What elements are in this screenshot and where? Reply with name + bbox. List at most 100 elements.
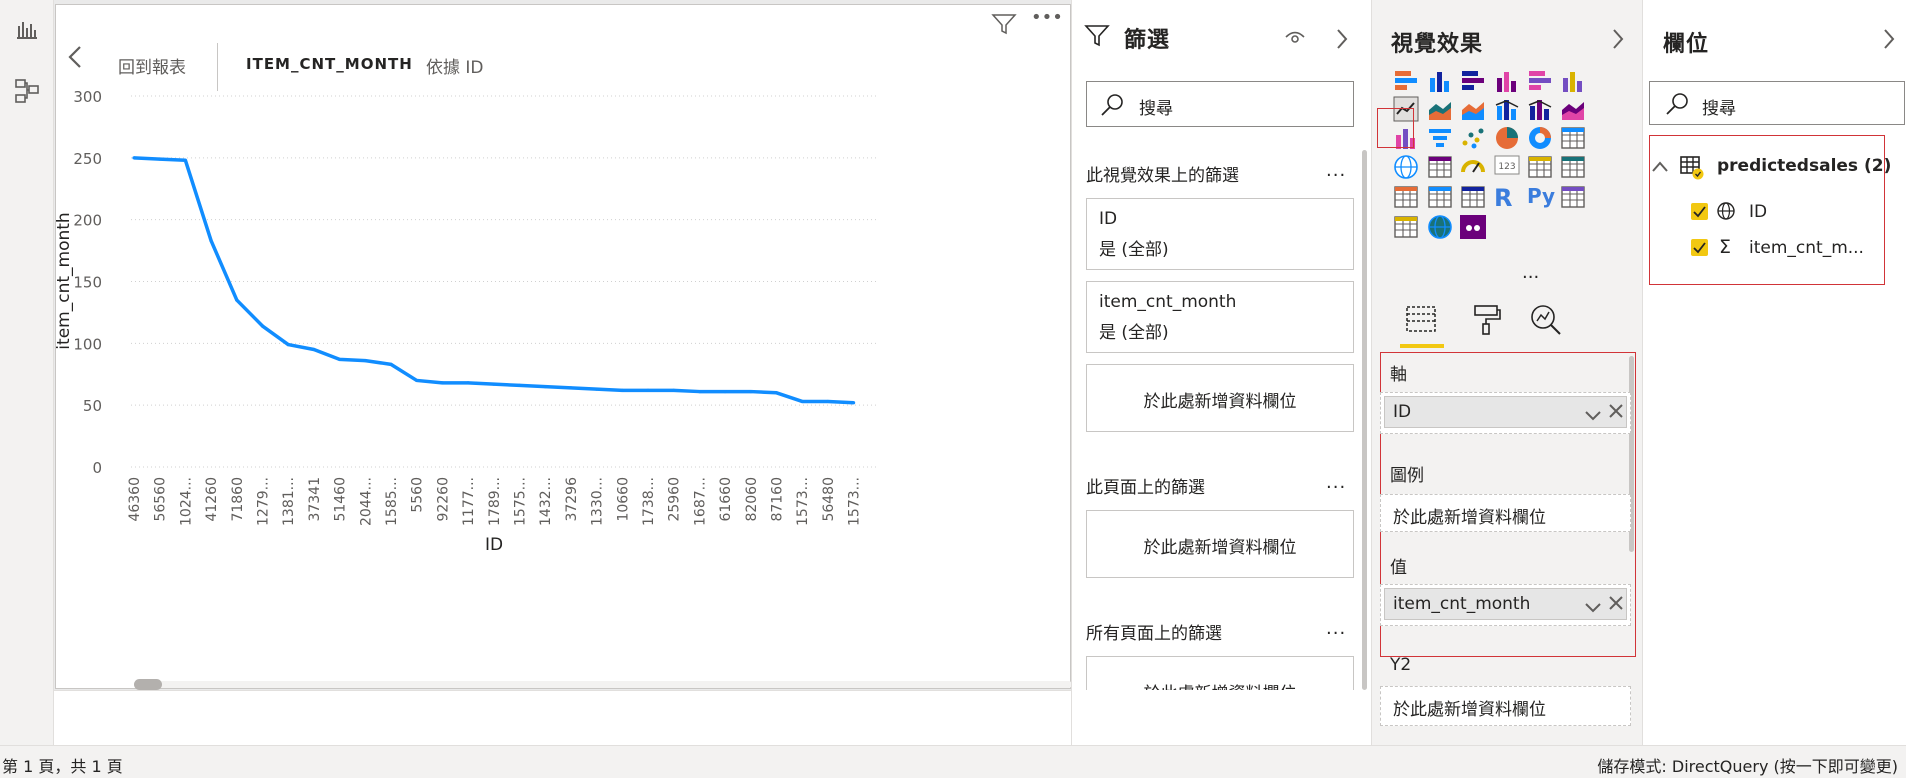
axis-well[interactable]: ID — [1380, 392, 1631, 434]
qa-icon[interactable] — [1393, 214, 1419, 240]
pie-icon[interactable] — [1494, 125, 1520, 151]
page-filters-more-icon[interactable]: ... — [1326, 472, 1346, 493]
storage-mode[interactable]: 儲存模式: DirectQuery (按一下即可變更) — [1597, 753, 1898, 777]
visualizations-title: 視覺效果 — [1391, 32, 1484, 57]
collapse-fields-icon[interactable] — [1883, 28, 1895, 54]
page-add-field-dropzone[interactable]: 於此處新增資料欄位 — [1086, 510, 1354, 578]
data-point — [338, 357, 342, 362]
slicer-icon[interactable] — [1393, 184, 1419, 210]
table-name[interactable]: predictedsales (2) — [1717, 156, 1891, 176]
filter-card-value: 是 (全部) — [1099, 240, 1169, 260]
filters-scrollbar[interactable] — [1362, 150, 1367, 690]
fields-pane: 欄位 搜尋 predictedsales (2) ID Σ item_cnt_m… — [1642, 0, 1906, 745]
model-view-icon[interactable] — [10, 74, 44, 108]
chevron-down-icon[interactable] — [1585, 406, 1601, 426]
data-point — [543, 385, 547, 389]
chevron-down-icon[interactable] — [1585, 598, 1601, 618]
analytics-magnifier-icon[interactable] — [1529, 303, 1563, 341]
filter-card-id[interactable]: ID 是 (全部) — [1086, 198, 1354, 270]
x-tick-label: 1279... — [256, 477, 272, 526]
custom-visual-icon[interactable] — [1460, 214, 1486, 240]
collapse-table-icon[interactable] — [1651, 158, 1669, 177]
chart-scrollbar-track[interactable] — [134, 681, 1072, 688]
all-pages-filters-more-icon[interactable]: ... — [1326, 618, 1346, 639]
filter-card-name: item_cnt_month — [1099, 292, 1237, 312]
fields-search-input[interactable]: 搜尋 — [1649, 81, 1905, 125]
item-cnt-month-checkbox[interactable] — [1691, 239, 1708, 256]
x-tick-label: 37296 — [564, 477, 580, 522]
remove-field-icon[interactable] — [1609, 595, 1623, 615]
legend-add-field-dropzone[interactable]: 於此處新增資料欄位 — [1380, 494, 1631, 532]
y2-add-field-dropzone[interactable]: 於此處新增資料欄位 — [1380, 686, 1631, 726]
report-view-icon[interactable] — [10, 12, 44, 46]
y2-well-title: Y2 — [1390, 655, 1412, 675]
values-field-pill[interactable]: item_cnt_month — [1384, 588, 1627, 620]
x-tick-label: 1177... — [461, 477, 477, 526]
100-stacked-column-icon[interactable] — [1560, 68, 1586, 94]
r-visual-icon[interactable]: R — [1494, 184, 1520, 212]
visual-add-field-dropzone[interactable]: 於此處新增資料欄位 — [1086, 364, 1354, 432]
values-well[interactable]: item_cnt_month — [1380, 584, 1631, 626]
visualizations-pane: 視覺效果 123 R Py ... 軸 ID 圖例 於此處新增資料欄位 值 item… — [1371, 0, 1642, 745]
x-axis-title: ID — [485, 535, 503, 555]
fields-tab-icon[interactable] — [1405, 304, 1437, 338]
ribbon-chart-icon[interactable] — [1560, 96, 1586, 122]
clustered-column-icon[interactable] — [1494, 68, 1520, 94]
field-item-cnt-month-label[interactable]: item_cnt_m... — [1749, 238, 1864, 258]
page-filters-heading: 此頁面上的篩選 — [1086, 478, 1205, 498]
stacked-area-icon[interactable] — [1460, 96, 1486, 122]
kpi-icon[interactable] — [1560, 154, 1586, 180]
data-point — [774, 391, 779, 395]
matrix-icon[interactable] — [1460, 184, 1486, 210]
filled-map-icon[interactable] — [1427, 154, 1453, 180]
values-field-label: item_cnt_month — [1393, 594, 1531, 614]
data-point — [852, 401, 856, 405]
y-tick-label: 250 — [73, 150, 102, 168]
donut-icon[interactable] — [1527, 125, 1553, 151]
python-visual-icon[interactable]: Py — [1527, 184, 1555, 210]
stacked-column-icon[interactable] — [1427, 68, 1453, 94]
gauge-icon[interactable] — [1460, 154, 1486, 180]
visual-filters-more-icon[interactable]: ... — [1326, 160, 1346, 181]
eye-icon[interactable] — [1284, 28, 1306, 50]
filters-title: 篩選 — [1124, 28, 1171, 53]
y-axis-title: item_cnt_month — [56, 212, 74, 349]
clustered-bar-icon[interactable] — [1460, 68, 1486, 94]
selected-visual-highlight — [1377, 108, 1414, 148]
axis-field-pill[interactable]: ID — [1384, 396, 1627, 428]
all-pages-add-field-dropzone[interactable]: 於此處新增資料欄位 — [1086, 656, 1354, 690]
collapse-filters-icon[interactable] — [1336, 28, 1348, 54]
chart-scrollbar-thumb[interactable] — [134, 679, 162, 690]
multirow-card-icon[interactable] — [1527, 154, 1553, 180]
filters-search-input[interactable]: 搜尋 — [1086, 81, 1354, 127]
more-visuals-icon[interactable]: ... — [1522, 262, 1539, 283]
area-chart-icon[interactable] — [1427, 96, 1453, 122]
line-column-icon[interactable] — [1494, 96, 1520, 122]
100-stacked-bar-icon[interactable] — [1527, 68, 1553, 94]
table-icon[interactable] — [1427, 184, 1453, 210]
key-influencers-icon[interactable] — [1560, 184, 1586, 210]
card-icon[interactable]: 123 — [1494, 154, 1520, 180]
id-checkbox[interactable] — [1691, 203, 1708, 220]
x-tick-label: 37341 — [307, 477, 323, 522]
filter-card-item-cnt-month[interactable]: item_cnt_month 是 (全部) — [1086, 281, 1354, 353]
stacked-bar-icon[interactable] — [1393, 68, 1419, 94]
filter-card-value: 是 (全部) — [1099, 323, 1169, 343]
data-point — [415, 378, 419, 383]
y-tick-label: 50 — [83, 397, 102, 415]
fields-title: 欄位 — [1663, 32, 1710, 57]
axis-field-label: ID — [1393, 402, 1412, 422]
line-clustered-column-icon[interactable] — [1527, 96, 1553, 122]
remove-field-icon[interactable] — [1609, 403, 1623, 423]
axis-well-title: 軸 — [1390, 365, 1407, 385]
field-id-label[interactable]: ID — [1749, 202, 1767, 222]
treemap-icon[interactable] — [1560, 125, 1586, 151]
line-chart-visual[interactable]: ••• 回到報表 ITEM_CNT_MONTH 依據 ID 0 50 100 150 2… — [55, 4, 1072, 690]
funnel-icon[interactable] — [1427, 125, 1453, 151]
scatter-icon[interactable] — [1460, 125, 1486, 151]
map-icon[interactable] — [1393, 154, 1419, 180]
format-paint-roller-icon[interactable] — [1471, 303, 1501, 339]
active-tab-indicator — [1400, 344, 1444, 348]
collapse-viz-icon[interactable] — [1612, 28, 1624, 54]
arcgis-icon[interactable] — [1427, 214, 1453, 240]
